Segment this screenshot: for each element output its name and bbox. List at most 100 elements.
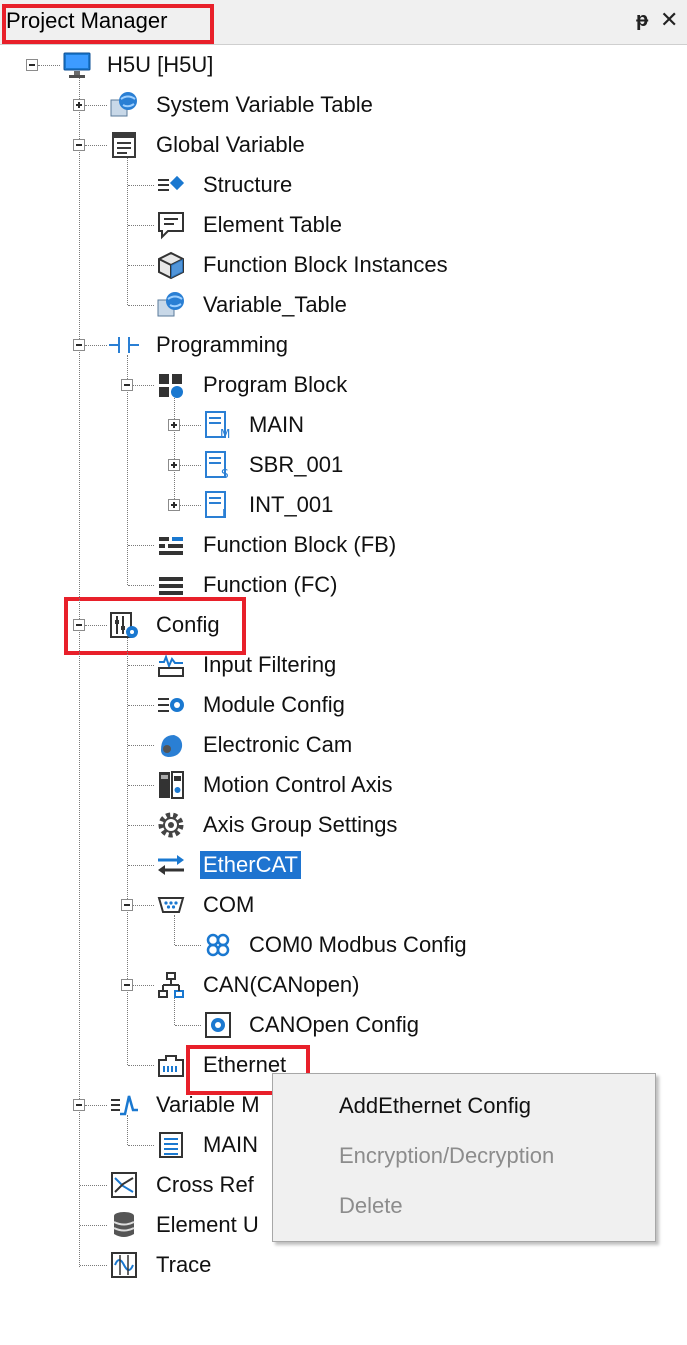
collapse-toggle[interactable] [26, 59, 38, 71]
collapse-toggle[interactable] [73, 1099, 85, 1111]
tree-guide [127, 635, 128, 1065]
tree-node-sbr-001[interactable]: SBR_001 [249, 451, 343, 479]
tree-guide [128, 1065, 154, 1066]
tree-node-electronic-cam[interactable]: Electronic Cam [203, 731, 352, 759]
tree-node-ethercat[interactable]: EtherCAT [200, 851, 301, 879]
tree-guide [133, 985, 154, 986]
tree-guide [128, 665, 154, 666]
tree-node-element-table[interactable]: Element Table [203, 211, 342, 239]
collapse-toggle[interactable] [73, 139, 85, 151]
tree-guide [133, 385, 154, 386]
tree-node-input-filtering[interactable]: Input Filtering [203, 651, 336, 679]
collapse-toggle[interactable] [121, 899, 133, 911]
menu-item-add-ethernet-config[interactable]: AddEthernet Config [339, 1092, 531, 1120]
computer-icon [62, 50, 92, 80]
tree-guide [128, 185, 154, 186]
tree-guide [80, 1185, 107, 1186]
function-block-icon [156, 530, 186, 560]
context-menu: AddEthernet Config Encryption/Decryption… [272, 1073, 656, 1242]
expand-toggle[interactable] [168, 459, 180, 471]
collapse-toggle[interactable] [73, 339, 85, 351]
cross-reference-icon [109, 1170, 139, 1200]
expand-toggle[interactable] [168, 499, 180, 511]
tree-node-module-config[interactable]: Module Config [203, 691, 345, 719]
tree-guide [85, 145, 107, 146]
globe-table-icon [109, 90, 139, 120]
program-m-icon: M [203, 410, 233, 440]
canopen-config-icon [203, 1010, 233, 1040]
document-list-icon [109, 130, 139, 160]
tree-guide [85, 105, 107, 106]
tree-node-motion-control-axis[interactable]: Motion Control Axis [203, 771, 393, 799]
tree-node-function-block-instances[interactable]: Function Block Instances [203, 251, 448, 279]
tree-node-variable-table[interactable]: Variable_Table [203, 291, 347, 319]
menu-item-delete: Delete [339, 1193, 403, 1218]
input-filter-icon [156, 650, 186, 680]
config-sliders-icon [109, 610, 139, 640]
tree-node-variable-monitor-main[interactable]: MAIN [203, 1131, 258, 1159]
tree-guide [128, 585, 154, 586]
expand-toggle[interactable] [168, 419, 180, 431]
tree-node-main[interactable]: MAIN [249, 411, 304, 439]
tree-node-programming[interactable]: Programming [156, 331, 288, 359]
close-icon[interactable]: ✕ [660, 7, 678, 33]
tree-node-com[interactable]: COM [203, 891, 254, 919]
tree-node-root[interactable]: H5U [H5U] [107, 51, 213, 79]
tree-node-structure[interactable]: Structure [203, 171, 292, 199]
collapse-toggle[interactable] [121, 379, 133, 391]
tree-guide [180, 425, 201, 426]
tree-node-program-block[interactable]: Program Block [203, 371, 347, 399]
tree-guide [127, 155, 128, 305]
tree-guide [128, 865, 154, 866]
tree-node-cross-reference[interactable]: Cross Ref [156, 1171, 254, 1199]
tree-node-canopen-config[interactable]: CANOpen Config [249, 1011, 419, 1039]
tree-node-can-canopen[interactable]: CAN(CANopen) [203, 971, 360, 999]
collapse-toggle[interactable] [121, 979, 133, 991]
expand-toggle[interactable] [73, 99, 85, 111]
tree-guide [80, 1225, 107, 1226]
tree-node-variable-monitor[interactable]: Variable M [156, 1091, 260, 1119]
tree-guide [79, 77, 80, 1267]
tree-guide [85, 1105, 107, 1106]
tree-guide [175, 945, 201, 946]
tree-node-trace[interactable]: Trace [156, 1251, 211, 1279]
tree-node-function-block-fb[interactable]: Function Block (FB) [203, 531, 396, 559]
ethercat-arrows-icon [156, 850, 186, 880]
tree-guide [85, 345, 107, 346]
program-i-icon: I [203, 490, 233, 520]
trace-icon [109, 1250, 139, 1280]
globe-table-icon [156, 290, 186, 320]
tree-node-global-variable[interactable]: Global Variable [156, 131, 305, 159]
tree-guide [128, 545, 154, 546]
structure-icon [156, 170, 186, 200]
tree-guide [128, 745, 154, 746]
program-s-icon: S [203, 450, 233, 480]
tree-guide [80, 1265, 107, 1266]
tree-guide [174, 395, 175, 505]
cube-icon [156, 250, 186, 280]
modbus-gears-icon [203, 930, 233, 960]
pin-icon[interactable]: ᵽ [636, 9, 648, 32]
tree-guide [128, 705, 154, 706]
tree-node-config[interactable]: Config [156, 611, 220, 639]
tree-guide [133, 905, 154, 906]
gear-icon [156, 810, 186, 840]
svg-text:M: M [220, 427, 230, 440]
tree-guide [85, 625, 107, 626]
tree-node-com0-modbus-config[interactable]: COM0 Modbus Config [249, 931, 467, 959]
servo-drive-icon [156, 770, 186, 800]
tree-guide [128, 1145, 154, 1146]
database-icon [109, 1210, 139, 1240]
tree-node-axis-group-settings[interactable]: Axis Group Settings [203, 811, 397, 839]
cam-icon [156, 730, 186, 760]
document-list-icon [156, 1130, 186, 1160]
monitor-wave-icon [109, 1090, 139, 1120]
tree-node-int-001[interactable]: INT_001 [249, 491, 333, 519]
tree-node-element-usage[interactable]: Element U [156, 1211, 259, 1239]
tree-node-function-fc[interactable]: Function (FC) [203, 571, 337, 599]
blocks-icon [156, 370, 186, 400]
collapse-toggle[interactable] [73, 619, 85, 631]
svg-text:S: S [221, 467, 229, 480]
serial-port-icon [156, 890, 186, 920]
tree-node-system-variable-table[interactable]: System Variable Table [156, 91, 373, 119]
